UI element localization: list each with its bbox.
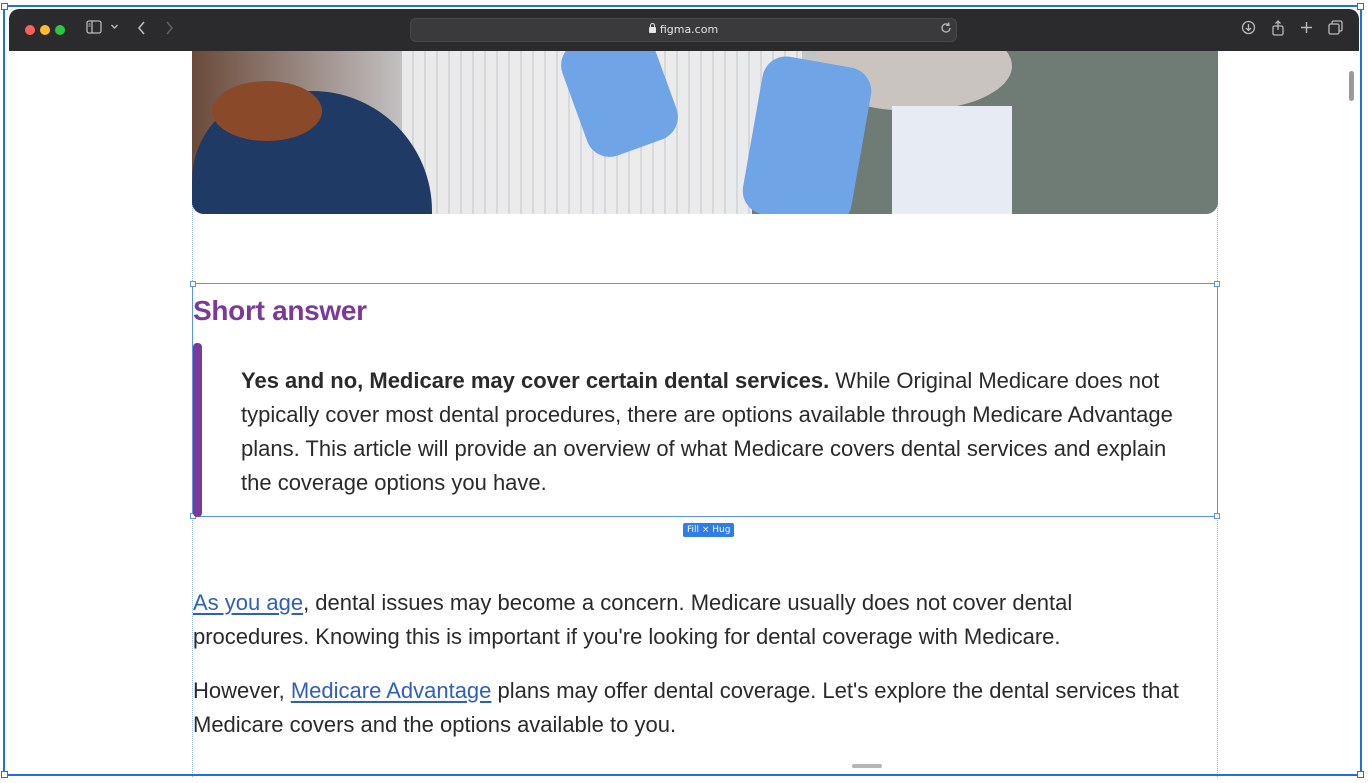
hero-dentist-hair — [212, 81, 322, 141]
lock-icon — [648, 23, 656, 33]
address-bar[interactable]: figma.com — [410, 18, 957, 42]
browser-toolbar: figma.com — [9, 9, 1359, 52]
as-you-age-link[interactable]: As you age — [193, 590, 303, 615]
frame-resize-handle[interactable] — [1, 3, 8, 10]
minimize-window-button[interactable] — [40, 25, 50, 35]
short-answer-heading: Short answer — [193, 295, 367, 326]
quote-accent-bar — [193, 343, 202, 517]
hero-patient-shirt — [892, 106, 1012, 214]
hero-image — [192, 51, 1218, 214]
paragraph-2-intro: However, — [193, 678, 291, 703]
page-content: Short answer Yes and no, Medicare may co… — [9, 51, 1359, 777]
back-icon[interactable] — [137, 20, 147, 42]
size-badge: Fill × Hug — [683, 523, 735, 537]
frame-resize-handle[interactable] — [1, 771, 8, 778]
bottom-resize-handle[interactable] — [852, 764, 882, 768]
url-text: figma.com — [659, 23, 719, 36]
maximize-window-button[interactable] — [55, 25, 65, 35]
paragraph-1-text: , dental issues may become a concern. Me… — [193, 590, 1073, 649]
hero-dentist-figure — [192, 81, 432, 214]
short-answer-quote: Yes and no, Medicare may cover certain d… — [241, 364, 1181, 500]
reload-icon[interactable] — [940, 21, 952, 38]
sidebar-icon[interactable] — [86, 20, 102, 40]
share-icon[interactable] — [1271, 20, 1285, 42]
close-window-button[interactable] — [25, 25, 35, 35]
article-paragraph-1: As you age, dental issues may become a c… — [193, 586, 1193, 654]
tabs-overview-icon[interactable] — [1328, 20, 1343, 41]
layer-resize-handle[interactable] — [1214, 513, 1220, 519]
layer-resize-handle[interactable] — [1214, 281, 1220, 287]
browser-window: figma.com Short answer Yes and no, Medic… — [9, 9, 1359, 777]
chevron-down-icon[interactable] — [110, 20, 119, 40]
download-icon[interactable] — [1241, 20, 1256, 41]
forward-icon[interactable] — [164, 20, 174, 42]
scrollbar-thumb[interactable] — [1349, 71, 1354, 101]
plus-icon[interactable] — [1300, 20, 1313, 40]
layer-resize-handle[interactable] — [190, 281, 196, 287]
article-paragraph-2: However, Medicare Advantage plans may of… — [193, 674, 1193, 742]
address-bar-url: figma.com — [411, 23, 956, 36]
medicare-advantage-link[interactable]: Medicare Advantage — [291, 678, 492, 703]
short-answer-bold: Yes and no, Medicare may cover certain d… — [241, 368, 830, 393]
